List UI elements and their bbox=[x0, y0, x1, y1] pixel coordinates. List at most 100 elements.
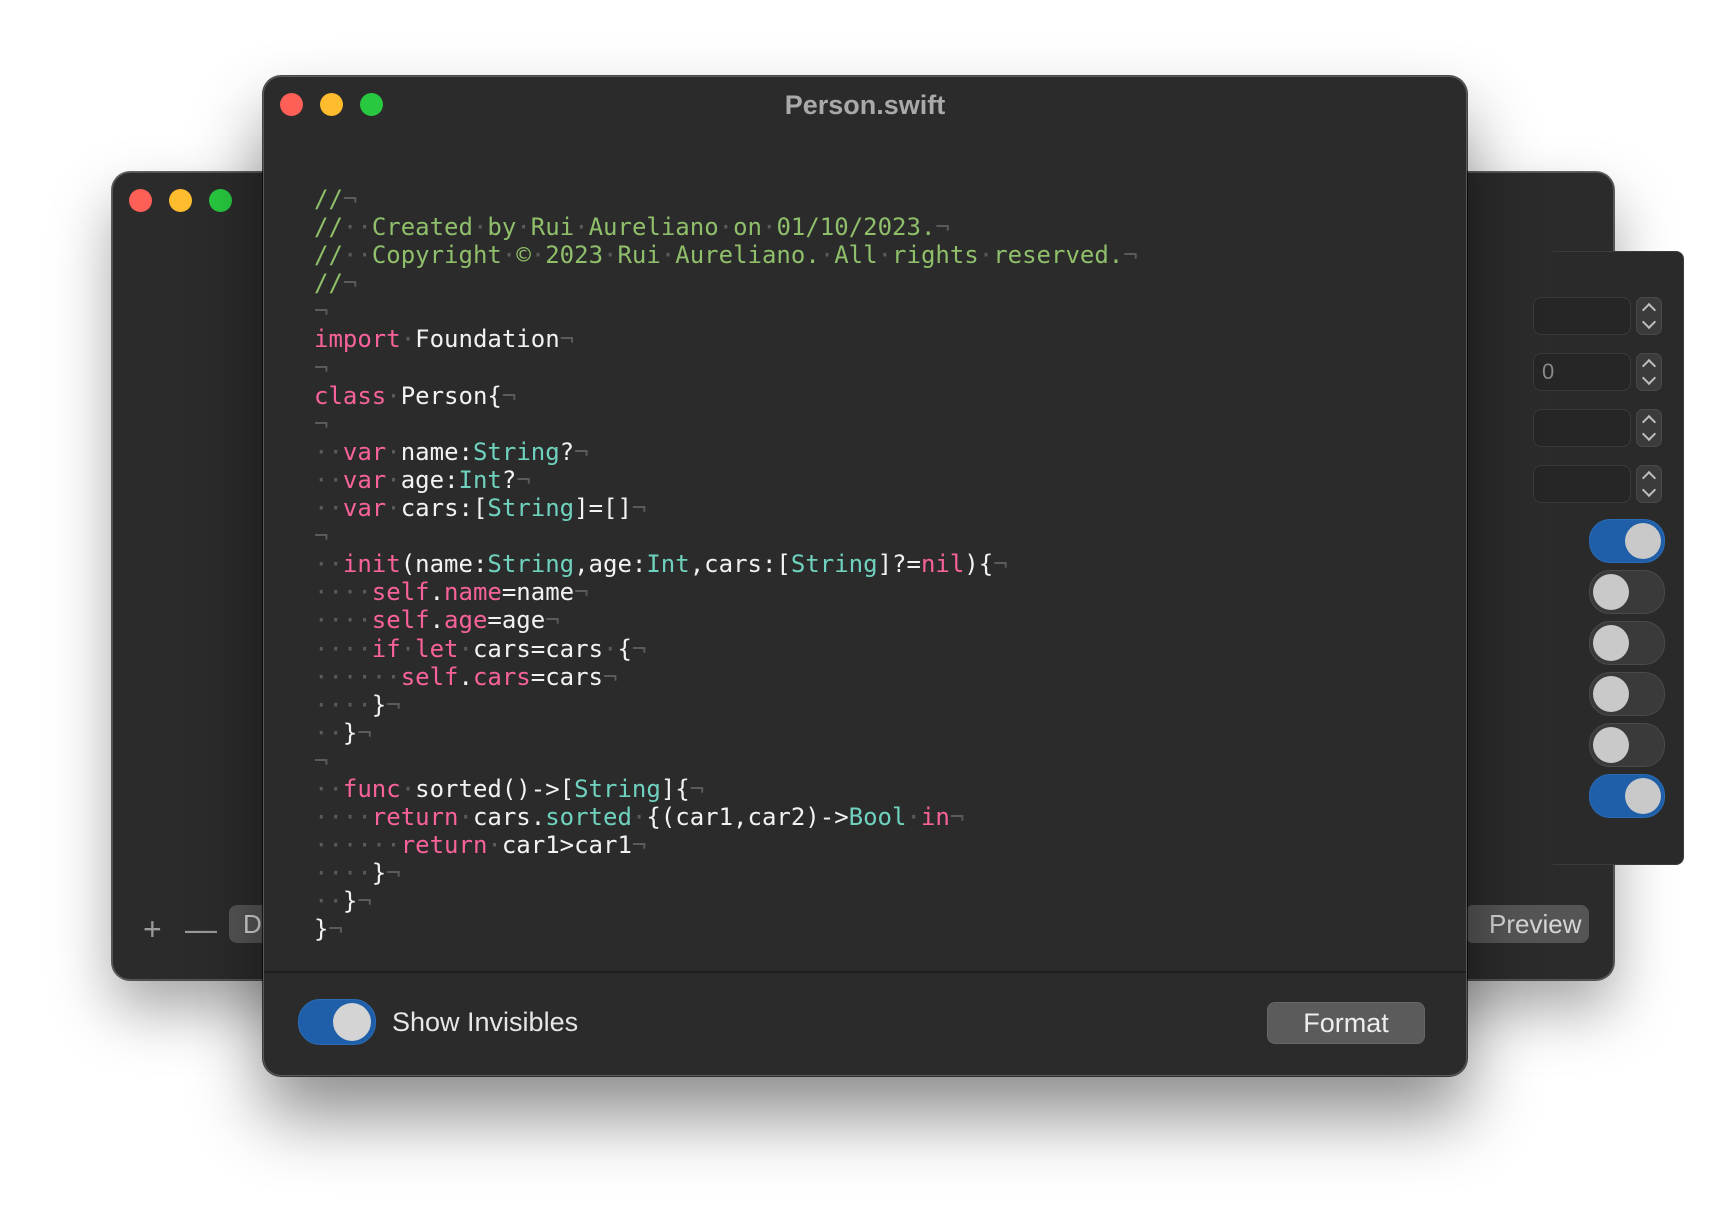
code-token: } bbox=[314, 915, 329, 944]
invisible-marker: ¬ bbox=[314, 297, 329, 326]
code-token: cars bbox=[472, 662, 531, 691]
code-token: =cars bbox=[530, 662, 603, 691]
code-token: rights bbox=[892, 241, 979, 270]
code-line: ··var·name:String?¬ bbox=[314, 438, 1434, 466]
code-token: String bbox=[487, 494, 575, 523]
invisible-marker: ¬ bbox=[357, 887, 372, 916]
option-toggle-1[interactable] bbox=[1589, 519, 1665, 563]
invisible-marker: ·· bbox=[342, 213, 372, 242]
code-token: self bbox=[371, 606, 430, 635]
invisible-marker: ¬ bbox=[386, 690, 401, 719]
chevron-down-icon bbox=[1641, 370, 1657, 386]
stepper-4[interactable] bbox=[1636, 465, 1662, 503]
invisible-marker: ¬ bbox=[516, 465, 531, 494]
code-token: Copyright bbox=[371, 241, 502, 270]
add-button[interactable]: + bbox=[143, 913, 162, 945]
number-field-3[interactable] bbox=[1533, 409, 1631, 447]
option-toggle-2[interactable] bbox=[1589, 570, 1665, 614]
zoom-window-button[interactable] bbox=[209, 189, 232, 212]
option-toggle-4[interactable] bbox=[1589, 672, 1665, 716]
invisible-marker: · bbox=[631, 803, 647, 832]
option-toggle-3[interactable] bbox=[1589, 621, 1665, 665]
code-token: ]=[] bbox=[574, 494, 632, 523]
code-editor[interactable]: //¬//··Created·by·Rui·Aureliano·on·01/10… bbox=[314, 185, 1434, 1025]
code-token: // bbox=[314, 185, 343, 213]
invisible-marker: ¬ bbox=[631, 494, 647, 523]
code-token: cars. bbox=[472, 803, 546, 832]
invisible-marker: · bbox=[386, 381, 401, 410]
invisible-marker: ·· bbox=[314, 887, 343, 916]
code-token: self bbox=[400, 662, 459, 691]
invisible-marker: ¬ bbox=[631, 831, 647, 860]
invisible-marker: · bbox=[472, 213, 488, 242]
code-line: ¬ bbox=[314, 410, 1434, 438]
invisible-marker: ·· bbox=[314, 437, 343, 466]
code-line: ··var·age:Int?¬ bbox=[314, 466, 1434, 494]
minimize-window-button[interactable] bbox=[169, 189, 192, 212]
code-token: Created bbox=[371, 213, 473, 242]
number-field-4[interactable] bbox=[1533, 465, 1631, 503]
code-token: ,cars:[ bbox=[689, 550, 791, 579]
invisible-marker: ¬ bbox=[559, 325, 575, 354]
toggle-knob bbox=[333, 1003, 371, 1041]
code-token: // bbox=[314, 213, 343, 242]
invisible-marker: · bbox=[516, 213, 531, 242]
code-token: sorted bbox=[545, 803, 632, 832]
invisible-marker: ¬ bbox=[328, 915, 343, 944]
code-token: Int bbox=[458, 465, 502, 494]
code-token: { bbox=[617, 634, 632, 663]
code-token: Aureliano. bbox=[675, 241, 820, 270]
code-token: String bbox=[472, 437, 560, 466]
number-field-2[interactable]: 0 bbox=[1533, 353, 1631, 391]
invisible-marker: ······ bbox=[314, 662, 401, 691]
toggle-knob bbox=[1625, 523, 1661, 559]
invisible-marker: ¬ bbox=[574, 437, 589, 466]
invisible-marker: · bbox=[603, 241, 618, 270]
invisible-marker: · bbox=[978, 241, 994, 270]
format-button[interactable]: Format bbox=[1267, 1002, 1425, 1044]
code-token: nil bbox=[920, 550, 965, 579]
code-token: String bbox=[790, 550, 878, 579]
window-title: Person.swift bbox=[784, 90, 946, 120]
invisible-marker: · bbox=[906, 803, 921, 832]
code-token: String bbox=[487, 550, 575, 579]
code-token: reserved. bbox=[993, 241, 1124, 270]
remove-button[interactable]: — bbox=[185, 913, 217, 945]
code-token: Person{ bbox=[400, 381, 502, 410]
invisible-marker: · bbox=[400, 774, 416, 803]
invisible-marker: ·· bbox=[314, 550, 343, 579]
invisible-marker: ¬ bbox=[935, 213, 950, 242]
code-token: Aureliano bbox=[588, 213, 719, 242]
invisible-marker: ·· bbox=[314, 774, 343, 803]
option-toggle-5[interactable] bbox=[1589, 723, 1665, 767]
number-field-1[interactable] bbox=[1533, 297, 1631, 335]
code-token: } bbox=[371, 690, 387, 719]
invisible-marker: · bbox=[762, 213, 777, 242]
code-token: ? bbox=[501, 465, 517, 494]
invisible-marker: ¬ bbox=[357, 718, 372, 747]
invisible-marker: ·· bbox=[314, 718, 343, 747]
stepper-3[interactable] bbox=[1636, 409, 1662, 447]
code-line: ····}¬ bbox=[314, 859, 1434, 887]
invisible-marker: · bbox=[530, 241, 546, 270]
code-token: var bbox=[342, 437, 387, 466]
invisible-marker: · bbox=[400, 634, 416, 663]
code-token: ]?= bbox=[877, 550, 921, 579]
invisible-marker: ¬ bbox=[314, 522, 329, 551]
invisible-marker: · bbox=[574, 213, 589, 242]
invisible-marker: ¬ bbox=[386, 859, 401, 888]
stepper-2[interactable] bbox=[1636, 353, 1662, 391]
code-token: in bbox=[920, 803, 950, 832]
invisible-marker: ¬ bbox=[314, 353, 329, 382]
code-token: Int bbox=[646, 550, 690, 579]
show-invisibles-toggle[interactable] bbox=[298, 999, 376, 1045]
stepper-1[interactable] bbox=[1636, 297, 1662, 335]
invisible-marker: · bbox=[386, 494, 401, 523]
code-line: class·Person{¬ bbox=[314, 382, 1434, 410]
close-window-button[interactable] bbox=[129, 189, 152, 212]
preview-button[interactable]: Preview bbox=[1465, 905, 1589, 943]
invisible-marker: · bbox=[877, 241, 893, 270]
code-token: . bbox=[429, 606, 445, 635]
option-toggle-6[interactable] bbox=[1589, 774, 1665, 818]
invisible-marker: ···· bbox=[314, 634, 372, 663]
